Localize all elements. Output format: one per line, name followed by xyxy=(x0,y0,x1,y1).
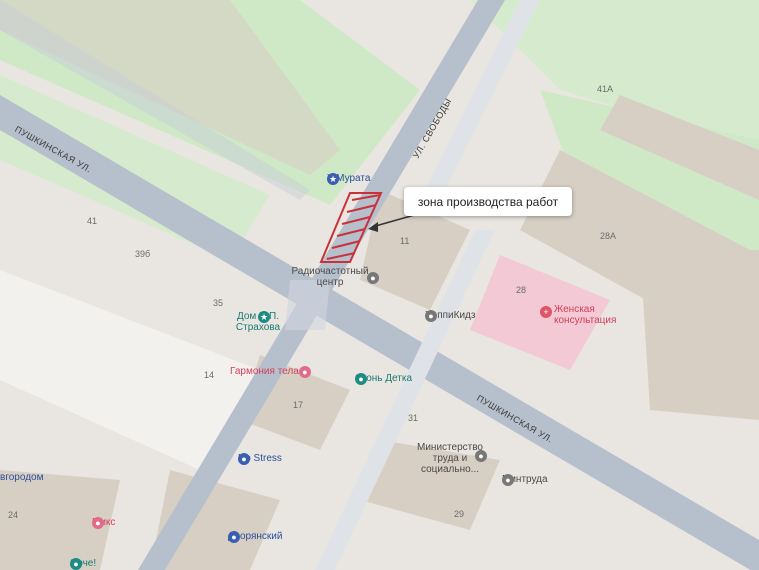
house-number: 29 xyxy=(454,509,465,519)
poi-dvoryansky[interactable]: ● Дворянский xyxy=(228,531,282,543)
work-zone-label: зона производства работ xyxy=(417,194,559,209)
house-number: 24 xyxy=(8,510,19,520)
house-number: 17 xyxy=(293,400,304,410)
restaurant-icon: ★ xyxy=(327,173,339,185)
poi-ministry[interactable]: Министерство труда и социально... ● xyxy=(405,442,495,475)
poi-radio-center[interactable]: Радиочастотный центр ● xyxy=(285,266,379,288)
house-number: 35 xyxy=(213,298,224,308)
government-icon: ● xyxy=(475,450,487,462)
bar-icon: ● xyxy=(238,453,250,465)
poi-label: Гармония тела xyxy=(230,366,299,377)
work-zone-callout: зона производства работ xyxy=(404,187,572,216)
house-number: 41А xyxy=(597,84,614,94)
house-number: 11 xyxy=(400,236,410,246)
poi-u-murata[interactable]: ★ У Мурата xyxy=(327,173,370,185)
shop-icon: ● xyxy=(70,558,82,570)
poi-garmonia[interactable]: Гармония тела ● xyxy=(230,366,311,378)
poi-ogon-detka[interactable]: ● Огонь Детка xyxy=(355,373,412,385)
shop-icon: ● xyxy=(355,373,367,385)
house-number: 39б xyxy=(135,249,151,259)
government-icon: ● xyxy=(502,474,514,486)
poi-strakhov-house[interactable]: ★ Дом Н.П. Страхова xyxy=(228,311,288,333)
poi-mintruda[interactable]: ● Минтруда xyxy=(502,474,548,486)
street-label-novgorod: вгородом xyxy=(0,472,44,483)
office-icon: ● xyxy=(367,272,379,284)
poi-women-clinic[interactable]: + Женская консультация xyxy=(540,304,620,326)
map-base-layer xyxy=(0,0,759,570)
house-number: 28А xyxy=(600,231,617,241)
poi-no-stress[interactable]: ● No Stress xyxy=(238,453,282,465)
house-number: 31 xyxy=(408,413,419,423)
beauty-icon: ● xyxy=(92,517,104,529)
house-number: 28 xyxy=(516,285,527,295)
map-canvas[interactable]: зона производства работ Пушкинская ул. П… xyxy=(0,0,759,570)
landmark-icon: ★ xyxy=(258,311,270,323)
poi-label: Радиочастотный центр xyxy=(291,266,369,288)
poi-label: Министерство труда и социально... xyxy=(417,442,483,475)
cafe-icon: ● xyxy=(228,531,240,543)
poi-label: Женская консультация xyxy=(554,304,617,326)
poi-yarche[interactable]: ● Ярче! xyxy=(70,558,96,570)
poi-happykids[interactable]: ● ХеппиКидз xyxy=(425,310,475,322)
poi-miks[interactable]: ● Микс xyxy=(92,517,115,529)
medical-icon: + xyxy=(540,306,552,318)
kids-icon: ● xyxy=(425,310,437,322)
house-number: 14 xyxy=(204,370,215,380)
beauty-icon: ● xyxy=(298,366,311,378)
building xyxy=(640,250,759,420)
house-number: 41 xyxy=(87,216,98,226)
